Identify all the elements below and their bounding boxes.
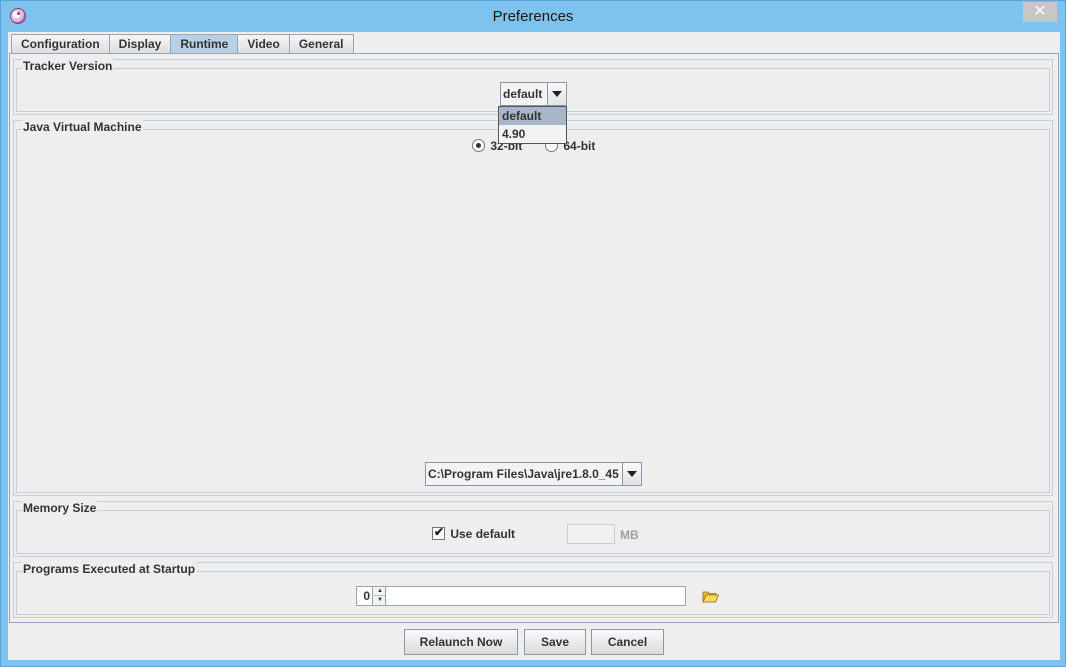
memory-size-group: Memory Size Use default MB (13, 501, 1053, 557)
save-button[interactable]: Save (524, 629, 586, 655)
tab-video[interactable]: Video (237, 34, 289, 54)
group-border (16, 129, 1050, 493)
memory-size-field[interactable] (567, 524, 615, 544)
startup-index-spinner[interactable]: 0 ▲ ▼ (356, 586, 388, 606)
tracker-version-dropdown[interactable]: default 4.90 (498, 106, 567, 144)
jre-path-value: C:\Program Files\Java\jre1.8.0_45 (428, 467, 619, 481)
radio-64bit-label: 64-bit (563, 138, 596, 153)
jre-path-combo[interactable]: C:\Program Files\Java\jre1.8.0_45 (425, 462, 642, 486)
chevron-down-icon[interactable] (547, 83, 566, 105)
dropdown-option-4-90[interactable]: 4.90 (499, 125, 566, 143)
tracker-version-combo[interactable]: default (500, 82, 567, 106)
tab-general[interactable]: General (288, 34, 354, 54)
radio-icon[interactable] (472, 139, 485, 153)
spinner-value: 0 (363, 589, 370, 603)
tracker-version-title: Tracker Version (22, 59, 114, 73)
preferences-window: Preferences ✕ Configuration Display Runt… (0, 0, 1066, 667)
tab-display[interactable]: Display (108, 34, 171, 54)
window-title: Preferences (492, 8, 574, 25)
tab-strip: Configuration Display Runtime Video Gene… (11, 34, 354, 54)
title-bar[interactable]: Preferences ✕ (1, 1, 1065, 32)
use-default-label: Use default (450, 526, 516, 541)
tracker-version-value: default (503, 87, 543, 101)
startup-programs-title: Programs Executed at Startup (22, 562, 197, 576)
tab-configuration[interactable]: Configuration (11, 34, 109, 54)
relaunch-now-button[interactable]: Relaunch Now (404, 629, 518, 655)
dropdown-option-default[interactable]: default (499, 107, 566, 125)
checkbox-icon[interactable] (432, 525, 445, 541)
memory-size-title: Memory Size (22, 501, 98, 515)
jvm-group: Java Virtual Machine 32-bit 64-bit C:\Pr… (13, 120, 1053, 496)
memory-unit-label: MB (620, 528, 639, 542)
startup-program-field[interactable] (385, 586, 686, 606)
close-button[interactable]: ✕ (1023, 2, 1057, 22)
open-folder-icon[interactable] (702, 590, 719, 603)
group-border (16, 510, 1050, 554)
cancel-button[interactable]: Cancel (591, 629, 664, 655)
tab-runtime[interactable]: Runtime (170, 34, 238, 54)
jvm-title: Java Virtual Machine (22, 120, 143, 134)
chevron-down-icon[interactable] (622, 463, 641, 485)
use-default-checkbox[interactable]: Use default (432, 525, 516, 541)
